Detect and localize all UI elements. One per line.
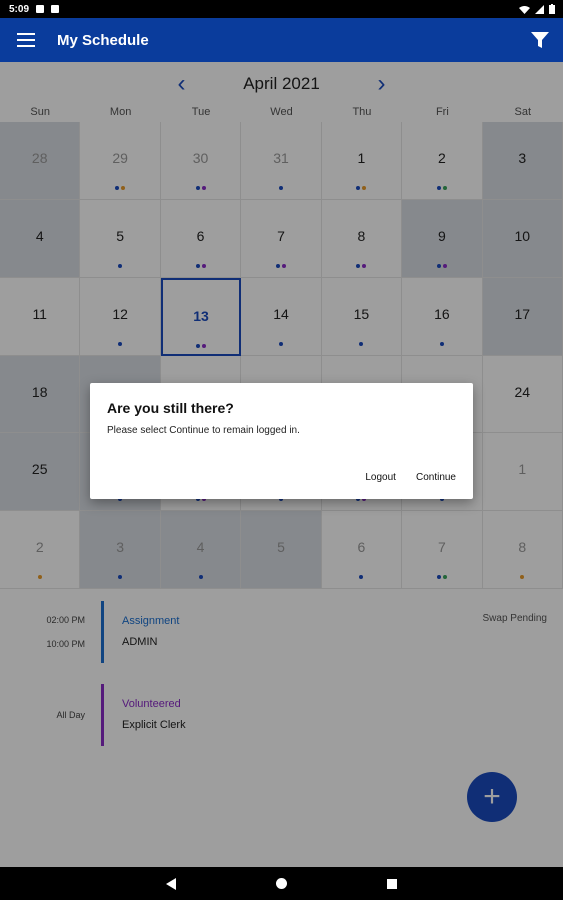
notification-icon: [36, 5, 45, 13]
filter-icon[interactable]: [531, 31, 549, 49]
status-time: 5:09: [9, 3, 30, 15]
status-bar: 5:09: [0, 0, 563, 18]
sd-card-icon: [51, 5, 60, 13]
logout-button[interactable]: Logout: [365, 472, 396, 483]
page-title: My Schedule: [57, 31, 149, 49]
app-bar: My Schedule: [0, 18, 563, 62]
battery-icon: [549, 4, 555, 14]
dialog-actions: Logout Continue: [365, 472, 456, 483]
hamburger-menu-icon[interactable]: [17, 33, 35, 47]
continue-button[interactable]: Continue: [416, 472, 456, 483]
home-icon[interactable]: [276, 878, 287, 889]
session-timeout-dialog: Are you still there? Please select Conti…: [90, 383, 473, 499]
system-nav-bar: [0, 867, 563, 900]
wifi-icon: [519, 5, 530, 14]
dialog-message: Please select Continue to remain logged …: [107, 425, 300, 436]
recents-icon[interactable]: [387, 878, 397, 889]
dialog-title: Are you still there?: [107, 400, 234, 416]
back-icon[interactable]: [166, 877, 176, 890]
signal-icon: [535, 4, 544, 14]
